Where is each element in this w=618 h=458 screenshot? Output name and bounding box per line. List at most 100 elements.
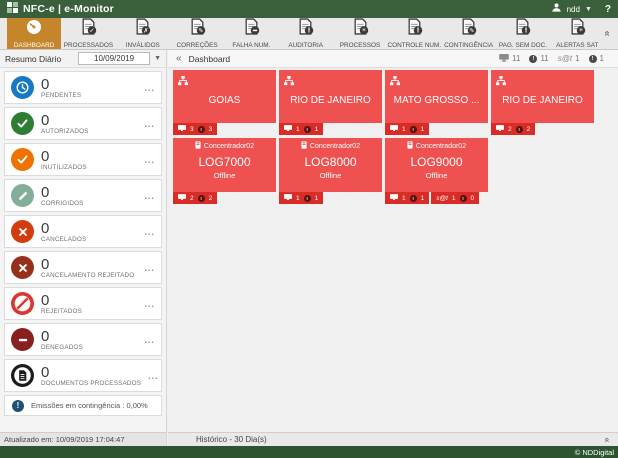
state-tile-rio-de-janeiro[interactable]: RIO DE JANEIRO: [279, 70, 382, 123]
card-menu-button[interactable]: [144, 335, 155, 345]
org-tree-icon: [284, 73, 294, 91]
badge-value: 0: [471, 195, 475, 202]
doc-alert-icon: !: [406, 18, 423, 40]
card-menu-button[interactable]: [144, 227, 155, 237]
server-tile-log9000[interactable]: Concentrador02 LOG9000 Offline: [385, 138, 488, 192]
counter-value: 1: [600, 54, 604, 63]
server-group: Concentrador02: [416, 143, 466, 150]
tile-badge: 1 ! 1: [279, 192, 323, 204]
summary-card-autorizados: 0 AUTORIZADOS: [4, 107, 162, 140]
svg-text:✓: ✓: [89, 27, 95, 35]
server-icon: [407, 141, 413, 151]
card-value: 0: [41, 113, 137, 129]
tab-label: CONTINGÊNCIA: [444, 42, 493, 49]
card-value: 0: [41, 77, 137, 93]
badge-value: 1: [402, 195, 406, 202]
date-select[interactable]: 10/09/2019: [78, 52, 150, 65]
card-label: CANCELAMENTO REJEITADO: [41, 273, 137, 280]
tab-label: CONTROLE NUM.: [388, 42, 442, 49]
alert-circle-icon: !: [304, 195, 311, 202]
card-label: INUTILIZADOS: [41, 165, 137, 172]
help-button[interactable]: ?: [605, 4, 611, 15]
state-tile-mato-grosso[interactable]: MATO GROSSO ...: [385, 70, 488, 123]
tiles-area: GOIAS 3 ! 3 RIO DE JANEIRO: [168, 68, 618, 209]
app-title: NFC-e | e-Monitor: [23, 3, 114, 15]
server-tile-log7000[interactable]: Concentrador02 LOG7000 Offline: [173, 138, 276, 192]
tab-label: PAG. SEM DOC.: [499, 42, 547, 49]
state-tile-goias[interactable]: GOIAS: [173, 70, 276, 123]
card-label: AUTORIZADOS: [41, 129, 137, 136]
contingency-note: ! Emissões em contingência : 0,00%: [4, 395, 162, 416]
tab-label: FALHA NUM.: [232, 42, 270, 49]
card-menu-button[interactable]: [144, 191, 155, 201]
tab-dashboard[interactable]: DASHBOARD: [7, 18, 61, 49]
minus-icon: [11, 328, 34, 351]
tile-title: LOG7000: [173, 155, 276, 169]
monitor-icon: [178, 125, 186, 134]
tile-badge: 2 ! 2: [491, 123, 535, 135]
tab-pag-sem-doc[interactable]: ! PAG. SEM DOC.: [496, 18, 550, 49]
card-menu-button[interactable]: [144, 263, 155, 273]
collapse-sidebar-icon[interactable]: «: [176, 53, 182, 64]
tab-contingencia[interactable]: ✎ CONTINGÊNCIA: [442, 18, 496, 49]
titlebar: NFC-e | e-Monitor ndd ▼ ?: [0, 0, 618, 18]
tab-alertas-sat[interactable]: * ALERTAS SAT: [550, 18, 604, 49]
user-menu[interactable]: ndd ▼ ?: [551, 0, 611, 18]
tile-title: LOG8000: [279, 155, 382, 169]
main-panel: « Dashboard 11 ! 11 s@t 1 ! 1 GOIAS: [168, 50, 618, 446]
history-label: Histórico - 30 Dia(s): [196, 435, 267, 444]
app-window: NFC-e | e-Monitor ndd ▼ ? DASHBOARD ✓ PR…: [0, 0, 618, 458]
card-menu-button[interactable]: [148, 371, 159, 381]
tab-invalidos[interactable]: ✗ INVÁLIDOS: [116, 18, 170, 49]
sidebar-header: Resumo Diário 10/09/2019 ▼: [0, 50, 166, 68]
tile-title: LOG9000: [385, 155, 488, 169]
card-menu-button[interactable]: [144, 299, 155, 309]
card-menu-button[interactable]: [144, 119, 155, 129]
collapse-history-icon[interactable]: «: [602, 437, 612, 442]
state-tile-rio-de-janeiro-2[interactable]: RIO DE JANEIRO: [491, 70, 594, 123]
counter-value: 1: [575, 54, 579, 63]
tab-correcoes[interactable]: ✎ CORREÇÕES: [170, 18, 224, 49]
x-icon: [11, 256, 34, 279]
svg-text:*: *: [579, 26, 583, 35]
main-header: « Dashboard 11 ! 11 s@t 1 ! 1: [168, 50, 618, 68]
tab-falha-num[interactable]: FALHA NUM.: [224, 18, 278, 49]
tab-processados[interactable]: ✓ PROCESSADOS: [61, 18, 115, 49]
card-menu-button[interactable]: [144, 155, 155, 165]
svg-text:✎: ✎: [470, 27, 475, 34]
chevron-down-icon[interactable]: ▼: [154, 55, 161, 62]
badge-value: 2: [527, 126, 531, 133]
server-tile-log8000[interactable]: Concentrador02 LOG8000 Offline: [279, 138, 382, 192]
tile-badge: 3 ! 3: [173, 123, 217, 135]
card-menu-button[interactable]: [144, 83, 155, 93]
tab-auditoria[interactable]: ! AUDITORIA: [279, 18, 333, 49]
alert-circle-icon: !: [12, 400, 24, 412]
server-icon: [301, 141, 307, 151]
tile-status: Offline: [385, 171, 488, 180]
tab-label: CORREÇÕES: [176, 42, 217, 49]
server-icon: [195, 141, 201, 151]
tab-controle-num[interactable]: ! CONTROLE NUM.: [387, 18, 441, 49]
tab-processos[interactable]: * PROCESSOS: [333, 18, 387, 49]
clock-icon: [11, 76, 34, 99]
contingency-text: Emissões em contingência : 0,00%: [31, 401, 148, 410]
tile-title: RIO DE JANEIRO: [493, 95, 592, 106]
summary-card-cancelados: 0 CANCELADOS: [4, 215, 162, 248]
alert-circle-icon: !: [304, 126, 311, 133]
document-icon: [11, 364, 34, 387]
monitor-icon: [284, 194, 292, 203]
history-bar[interactable]: Histórico - 30 Dia(s) «: [168, 432, 618, 446]
tab-label: PROCESSADOS: [64, 42, 113, 49]
counter-value: 11: [540, 54, 548, 63]
sidebar-title: Resumo Diário: [5, 54, 74, 64]
badge-value: 1: [452, 195, 456, 202]
summary-card-cancelamento-rejeitado: 0 CANCELAMENTO REJEITADO: [4, 251, 162, 284]
tab-label: ALERTAS SAT: [556, 42, 598, 49]
badge-value: 1: [315, 126, 319, 133]
collapse-toolbar-icon[interactable]: «: [602, 31, 613, 37]
doc-gear-icon: *: [569, 18, 586, 40]
user-icon: [551, 0, 562, 18]
prohibited-icon: [11, 292, 34, 315]
tile-badge-sat: s@t 1 ! 0: [431, 192, 479, 204]
alert-circle-icon: !: [460, 195, 467, 202]
